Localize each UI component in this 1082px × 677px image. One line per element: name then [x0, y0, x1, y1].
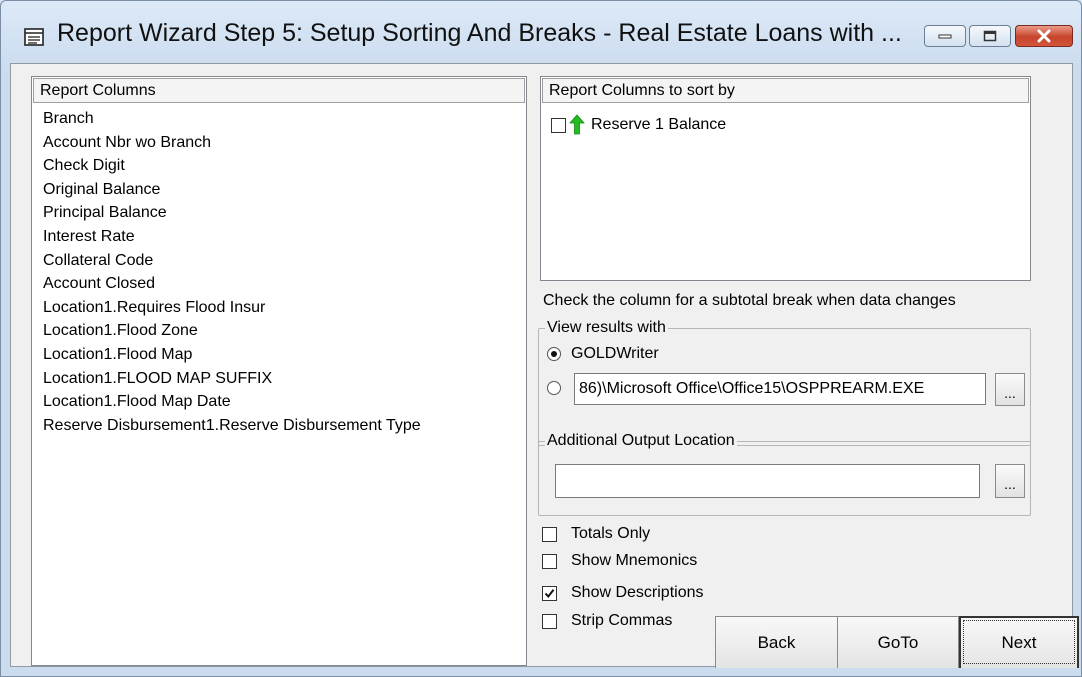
viewer-browse-button[interactable]: ...: [995, 373, 1025, 406]
title-bar[interactable]: Report Wizard Step 5: Setup Sorting And …: [1, 1, 1081, 59]
report-columns-list[interactable]: Report Columns Branch Account Nbr wo Bra…: [31, 76, 527, 666]
output-browse-button[interactable]: ...: [995, 464, 1025, 498]
report-icon: [24, 28, 44, 46]
additional-output-label: Additional Output Location: [545, 431, 737, 451]
list-item[interactable]: Reserve Disbursement1.Reserve Disburseme…: [43, 414, 421, 438]
maximize-button[interactable]: [969, 25, 1011, 47]
wizard-body: Report Columns Branch Account Nbr wo Bra…: [10, 63, 1079, 668]
list-item[interactable]: Check Digit: [43, 154, 421, 178]
goldwriter-option[interactable]: GOLDWriter: [547, 345, 659, 363]
close-icon: [1037, 29, 1051, 43]
goldwriter-label: GOLDWriter: [571, 345, 659, 362]
list-item[interactable]: Account Nbr wo Branch: [43, 131, 421, 155]
maximize-icon: [983, 30, 997, 42]
next-button[interactable]: Next: [959, 616, 1079, 668]
break-hint-text: Check the column for a subtotal break wh…: [543, 292, 956, 309]
sort-column-label: Reserve 1 Balance: [591, 116, 727, 133]
list-item[interactable]: Account Closed: [43, 272, 421, 296]
show-descriptions-label: Show Descriptions: [571, 584, 704, 601]
viewer-path-input[interactable]: 86)\Microsoft Office\Office15\OSPPREARM.…: [574, 373, 986, 405]
show-descriptions-option[interactable]: Show Descriptions: [542, 582, 704, 604]
goldwriter-radio[interactable]: [547, 347, 561, 361]
custom-viewer-option[interactable]: [547, 381, 561, 395]
report-columns-items: Branch Account Nbr wo Branch Check Digit…: [43, 107, 421, 437]
show-mnemonics-checkbox[interactable]: [542, 553, 557, 569]
report-wizard-window: Report Wizard Step 5: Setup Sorting And …: [0, 0, 1082, 677]
report-columns-header[interactable]: Report Columns: [33, 78, 525, 103]
additional-output-input[interactable]: [555, 464, 980, 498]
sort-column-item[interactable]: Reserve 1 Balance: [551, 113, 726, 137]
additional-output-group: Additional Output Location ...: [538, 431, 1031, 516]
list-item[interactable]: Location1.Requires Flood Insur: [43, 296, 421, 320]
list-item[interactable]: Collateral Code: [43, 249, 421, 273]
window-title: Report Wizard Step 5: Setup Sorting And …: [57, 19, 902, 47]
sort-columns-list[interactable]: Report Columns to sort by Reserve 1 Bala…: [540, 76, 1031, 281]
totals-only-checkbox[interactable]: [542, 526, 557, 542]
list-item[interactable]: Original Balance: [43, 178, 421, 202]
strip-commas-checkbox[interactable]: [542, 613, 557, 629]
list-item[interactable]: Location1.FLOOD MAP SUFFIX: [43, 367, 421, 391]
show-mnemonics-label: Show Mnemonics: [571, 552, 698, 569]
list-item[interactable]: Principal Balance: [43, 201, 421, 225]
view-results-label: View results with: [545, 318, 668, 338]
back-button[interactable]: Back: [715, 616, 838, 668]
goto-button[interactable]: GoTo: [837, 616, 959, 668]
subtotal-break-checkbox[interactable]: [551, 117, 566, 133]
sort-columns-header[interactable]: Report Columns to sort by: [542, 78, 1029, 103]
show-mnemonics-option[interactable]: Show Mnemonics: [542, 550, 697, 572]
list-item[interactable]: Location1.Flood Map Date: [43, 390, 421, 414]
minimize-button[interactable]: [924, 25, 966, 47]
totals-only-label: Totals Only: [571, 525, 651, 542]
strip-commas-option[interactable]: Strip Commas: [542, 610, 672, 632]
view-results-group: View results with GOLDWriter 86)\Microso…: [538, 318, 1031, 446]
show-descriptions-checkbox[interactable]: [542, 585, 557, 601]
list-item[interactable]: Interest Rate: [43, 225, 421, 249]
list-item[interactable]: Location1.Flood Zone: [43, 319, 421, 343]
close-button[interactable]: [1015, 25, 1073, 47]
custom-viewer-radio[interactable]: [547, 381, 561, 395]
checkmark-icon: [544, 588, 555, 598]
minimize-icon: [938, 34, 952, 39]
list-item[interactable]: Location1.Flood Map: [43, 343, 421, 367]
totals-only-option[interactable]: Totals Only: [542, 523, 650, 545]
ascending-arrow-icon[interactable]: [569, 114, 585, 136]
strip-commas-label: Strip Commas: [571, 612, 673, 629]
list-item[interactable]: Branch: [43, 107, 421, 131]
